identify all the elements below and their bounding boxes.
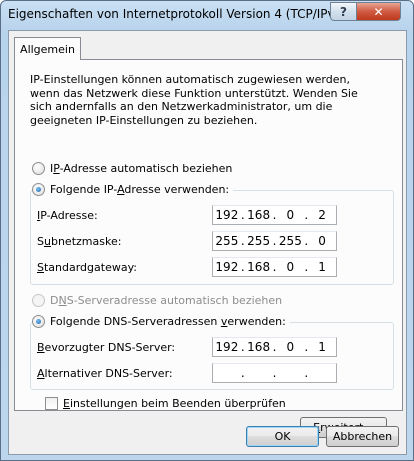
gateway-label: Standardgateway: [37,261,138,274]
help-button[interactable]: ? [330,2,356,21]
alternate-dns-label: Alternativer DNS-Server: [37,367,173,380]
window-title: Eigenschaften von Internetprotokoll Vers… [8,7,347,21]
cancel-button[interactable]: Abbrechen [326,426,399,447]
close-icon: ✕ [373,4,384,19]
cancel-button-label: Abbrechen [332,430,393,443]
title-bar[interactable]: Eigenschaften von Internetprotokoll Vers… [1,1,413,29]
validate-on-exit-checkbox[interactable]: Einstellungen beim Beenden überprüfen [45,397,286,410]
radio-checked-icon [32,315,45,328]
ip-address-label: IP-Adresse: [37,209,98,222]
dialog-client: Allgemein IP-Einstellungen können automa… [8,30,407,455]
subnet-mask-label: Subnetzmaske: [37,235,122,248]
ip-manual-label: Folgende IP-Adresse verwenden: [50,183,230,196]
help-icon: ? [340,4,347,19]
ok-button-label: OK [274,430,291,443]
dialog-window: Eigenschaften von Internetprotokoll Vers… [0,0,414,461]
ok-button[interactable]: OK [246,426,319,447]
subnet-mask-input[interactable]: 255. 255. 255. 0 [212,231,337,251]
ip-auto-label: IP-Adresse automatisch beziehen [50,162,233,175]
radio-icon [32,162,45,175]
close-button[interactable]: ✕ [356,2,401,21]
radio-checked-icon [32,183,45,196]
tab-label: Allgemein [20,42,75,56]
validate-on-exit-label: Einstellungen beim Beenden überprüfen [63,397,286,410]
radio-disabled-icon [32,294,45,307]
tab-allgemein[interactable]: Allgemein [14,37,81,60]
preferred-dns-label: Bevorzugter DNS-Server: [37,341,176,354]
ip-auto-radio[interactable]: IP-Adresse automatisch beziehen [32,162,237,175]
checkbox-icon [45,397,58,410]
tab-page-general: IP-Einstellungen können automatisch zuge… [14,59,403,438]
ip-address-input[interactable]: 192. 168. 0. 2 [212,205,337,225]
alternate-dns-input[interactable]: . . . [212,363,337,383]
dns-auto-radio[interactable]: DNS-Serveradresse automatisch beziehen [32,294,287,307]
gateway-input[interactable]: 192. 168. 0. 1 [212,257,337,277]
dns-auto-label: DNS-Serveradresse automatisch beziehen [50,294,283,307]
dns-manual-label: Folgende DNS-Serveradressen verwenden: [50,315,286,328]
preferred-dns-input[interactable]: 192. 168. 0. 1 [212,337,337,357]
ip-manual-radio[interactable]: Folgende IP-Adresse verwenden: [32,183,234,196]
description-text: IP-Einstellungen können automatisch zuge… [30,73,358,127]
dns-manual-radio[interactable]: Folgende DNS-Serveradressen verwenden: [32,315,290,328]
